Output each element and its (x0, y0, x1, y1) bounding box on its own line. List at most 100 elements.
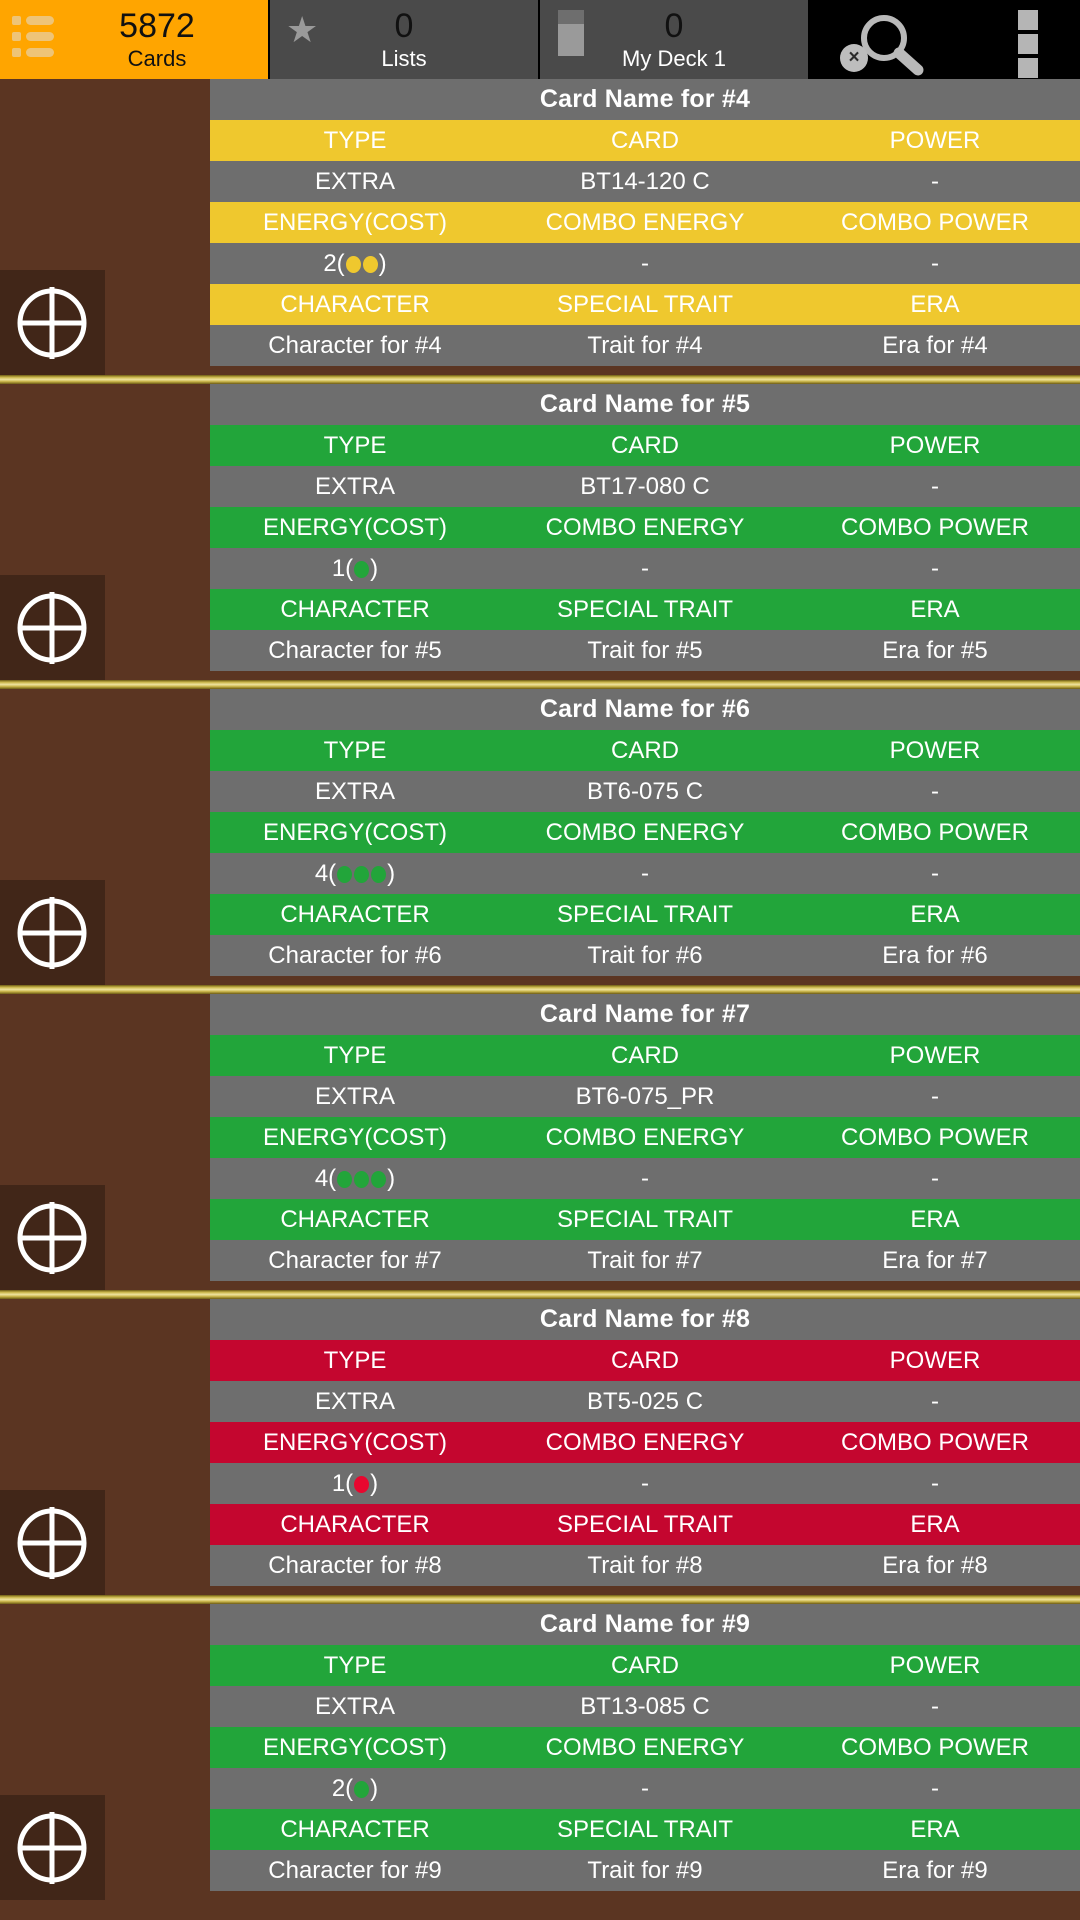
value-era: Era for #9 (882, 1857, 988, 1884)
header-row-1: TYPE CARD POWER (210, 1645, 1080, 1686)
overflow-menu-icon[interactable] (1000, 0, 1056, 79)
card-divider (0, 1290, 1080, 1299)
header-combo-energy: COMBO ENERGY (545, 1124, 745, 1151)
value-character: Character for #5 (268, 637, 442, 664)
value-combo-power: - (931, 860, 939, 887)
header-power: POWER (889, 1652, 981, 1679)
value-type: EXTRA (314, 1693, 395, 1720)
value-energy-cost: 2() (331, 1775, 379, 1802)
tab-lists[interactable]: ★ 0 Lists (270, 0, 538, 79)
card-thumbnail[interactable] (0, 1299, 210, 1595)
header-special-trait: SPECIAL TRAIT (556, 1816, 734, 1843)
value-row-3: Character for #6 Trait for #6 Era for #6 (210, 935, 1080, 976)
card-title-row: Card Name for #7 (210, 994, 1080, 1035)
header-row-1: TYPE CARD POWER (210, 1035, 1080, 1076)
value-combo-power: - (931, 555, 939, 582)
header-special-trait: SPECIAL TRAIT (556, 596, 734, 623)
value-card: BT13-085 C (580, 1693, 710, 1720)
header-era: ERA (910, 1206, 960, 1233)
search-button[interactable]: × (832, 0, 952, 79)
energy-dot (345, 256, 361, 273)
tab-cards[interactable]: 5872 Cards (0, 0, 268, 79)
card-row[interactable]: Card Name for #7 TYPE CARD POWER EXTRA B… (0, 994, 1080, 1290)
crosshair-icon[interactable] (14, 285, 90, 361)
value-power: - (931, 778, 939, 805)
header-type: TYPE (323, 127, 387, 154)
value-row-1: EXTRA BT5-025 C - (210, 1381, 1080, 1422)
value-row-2: 2() - - (210, 243, 1080, 284)
card-thumbnail[interactable] (0, 1604, 210, 1900)
card-list[interactable]: Card Name for #4 TYPE CARD POWER EXTRA B… (0, 79, 1080, 1920)
top-tab-bar: 5872 Cards ★ 0 Lists 0 My Deck 1 × (0, 0, 1080, 79)
card-title-row: Card Name for #6 (210, 689, 1080, 730)
value-character: Character for #4 (268, 332, 442, 359)
header-row-3: CHARACTER SPECIAL TRAIT ERA (210, 1504, 1080, 1545)
value-row-3: Character for #8 Trait for #8 Era for #8 (210, 1545, 1080, 1586)
header-row-2: ENERGY(COST) COMBO ENERGY COMBO POWER (210, 1422, 1080, 1463)
crosshair-icon[interactable] (14, 895, 90, 971)
card-thumbnail[interactable] (0, 384, 210, 680)
value-type: EXTRA (314, 1388, 395, 1415)
header-row-2: ENERGY(COST) COMBO ENERGY COMBO POWER (210, 1117, 1080, 1158)
tab-my-deck[interactable]: 0 My Deck 1 (540, 0, 808, 79)
energy-dot (337, 866, 353, 883)
value-row-3: Character for #5 Trait for #5 Era for #5 (210, 630, 1080, 671)
card-row[interactable]: Card Name for #8 TYPE CARD POWER EXTRA B… (0, 1299, 1080, 1595)
crosshair-icon[interactable] (14, 1505, 90, 1581)
header-row-3: CHARACTER SPECIAL TRAIT ERA (210, 589, 1080, 630)
value-card: BT17-080 C (580, 473, 710, 500)
header-combo-power: COMBO POWER (840, 1734, 1029, 1761)
value-combo-power: - (931, 250, 939, 277)
crosshair-icon[interactable] (14, 1810, 90, 1886)
header-era: ERA (910, 1816, 960, 1843)
value-special-trait: Trait for #4 (587, 332, 703, 359)
value-row-2: 4() - - (210, 1158, 1080, 1199)
header-era: ERA (910, 1511, 960, 1538)
header-character: CHARACTER (280, 596, 430, 623)
card-thumbnail[interactable] (0, 689, 210, 985)
energy-dot (354, 1781, 370, 1798)
search-icon (861, 15, 924, 76)
value-combo-energy: - (641, 860, 649, 887)
header-character: CHARACTER (280, 1511, 430, 1538)
header-row-2: ENERGY(COST) COMBO ENERGY COMBO POWER (210, 507, 1080, 548)
energy-dot (371, 866, 387, 883)
value-combo-power: - (931, 1165, 939, 1192)
card-thumbnail[interactable] (0, 79, 210, 375)
header-character: CHARACTER (280, 1206, 430, 1233)
header-card: CARD (610, 737, 679, 764)
value-power: - (931, 1083, 939, 1110)
value-energy-cost: 1() (331, 1470, 379, 1497)
value-special-trait: Trait for #7 (587, 1247, 703, 1274)
header-character: CHARACTER (280, 291, 430, 318)
value-special-trait: Trait for #9 (587, 1857, 703, 1884)
crosshair-icon[interactable] (14, 590, 90, 666)
header-row-1: TYPE CARD POWER (210, 1340, 1080, 1381)
card-title: Card Name for #6 (539, 695, 751, 723)
value-row-1: EXTRA BT14-120 C - (210, 161, 1080, 202)
value-row-3: Character for #7 Trait for #7 Era for #7 (210, 1240, 1080, 1281)
header-type: TYPE (323, 432, 387, 459)
card-row[interactable]: Card Name for #9 TYPE CARD POWER EXTRA B… (0, 1604, 1080, 1900)
header-row-1: TYPE CARD POWER (210, 730, 1080, 771)
card-row[interactable]: Card Name for #6 TYPE CARD POWER EXTRA B… (0, 689, 1080, 985)
header-power: POWER (889, 737, 981, 764)
card-row[interactable]: Card Name for #4 TYPE CARD POWER EXTRA B… (0, 79, 1080, 375)
value-power: - (931, 1693, 939, 1720)
value-type: EXTRA (314, 168, 395, 195)
header-type: TYPE (323, 1042, 387, 1069)
value-type: EXTRA (314, 473, 395, 500)
value-special-trait: Trait for #8 (587, 1552, 703, 1579)
card-title: Card Name for #8 (539, 1305, 751, 1333)
value-row-2: 2() - - (210, 1768, 1080, 1809)
energy-dot (354, 561, 370, 578)
card-thumbnail[interactable] (0, 994, 210, 1290)
value-combo-energy: - (641, 250, 649, 277)
clear-search-icon[interactable]: × (840, 44, 868, 72)
header-combo-energy: COMBO ENERGY (545, 1734, 745, 1761)
card-title-row: Card Name for #8 (210, 1299, 1080, 1340)
crosshair-icon[interactable] (14, 1200, 90, 1276)
card-divider (0, 985, 1080, 994)
card-row[interactable]: Card Name for #5 TYPE CARD POWER EXTRA B… (0, 384, 1080, 680)
value-row-2: 1() - - (210, 1463, 1080, 1504)
